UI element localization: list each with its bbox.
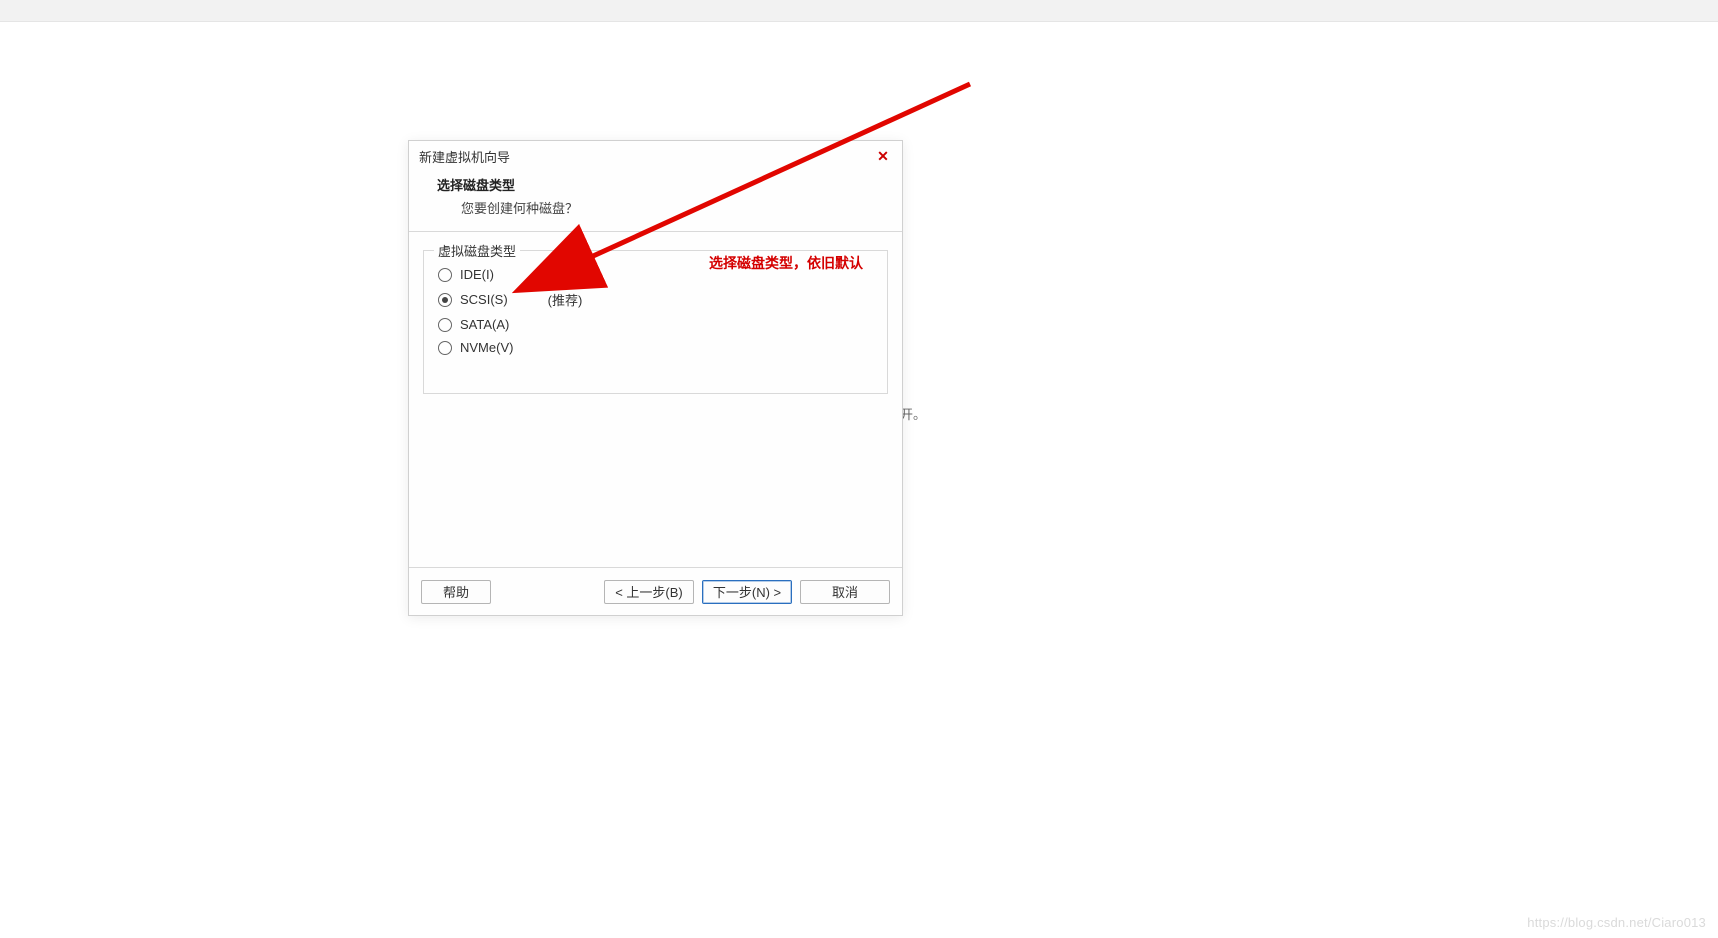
header-title: 选择磁盘类型: [437, 175, 874, 194]
radio-icon: [438, 341, 452, 355]
page-topbar: [0, 0, 1718, 22]
background-fragment-text: 开。: [900, 404, 926, 423]
header-subtitle: 您要创建何种磁盘？: [461, 198, 874, 217]
close-icon[interactable]: ✕: [874, 148, 892, 165]
dialog-header: 选择磁盘类型 您要创建何种磁盘？: [409, 171, 902, 232]
radio-option-nvme[interactable]: NVMe(V): [438, 340, 873, 355]
radio-icon: [438, 318, 452, 332]
help-button[interactable]: 帮助: [421, 580, 491, 604]
radio-label: NVMe(V): [460, 340, 513, 355]
dialog-title: 新建虚拟机向导: [419, 147, 510, 166]
watermark-text: https://blog.csdn.net/Ciaro013: [1527, 915, 1706, 930]
radio-label: IDE(I): [460, 267, 494, 282]
next-button[interactable]: 下一步(N) >: [702, 580, 792, 604]
radio-option-sata[interactable]: SATA(A): [438, 317, 873, 332]
dialog-footer: 帮助 < 上一步(B) 下一步(N) > 取消: [409, 567, 902, 615]
dialog-body: 虚拟磁盘类型 选择磁盘类型，依旧默认 IDE(I) SCSI(S) (推荐) S…: [409, 232, 902, 404]
radio-label: SATA(A): [460, 317, 509, 332]
radio-icon-selected: [438, 293, 452, 307]
recommend-label: (推荐): [548, 290, 583, 309]
group-legend: 虚拟磁盘类型: [434, 241, 520, 260]
cancel-button[interactable]: 取消: [800, 580, 890, 604]
wizard-dialog: 新建虚拟机向导 ✕ 选择磁盘类型 您要创建何种磁盘？ 虚拟磁盘类型 选择磁盘类型…: [408, 140, 903, 616]
disk-type-group: 虚拟磁盘类型 选择磁盘类型，依旧默认 IDE(I) SCSI(S) (推荐) S…: [423, 250, 888, 394]
dialog-titlebar: 新建虚拟机向导 ✕: [409, 141, 902, 171]
radio-option-scsi[interactable]: SCSI(S) (推荐): [438, 290, 873, 309]
radio-label: SCSI(S): [460, 292, 508, 307]
radio-icon: [438, 268, 452, 282]
back-button[interactable]: < 上一步(B): [604, 580, 694, 604]
red-annotation-text: 选择磁盘类型，依旧默认: [709, 253, 863, 273]
